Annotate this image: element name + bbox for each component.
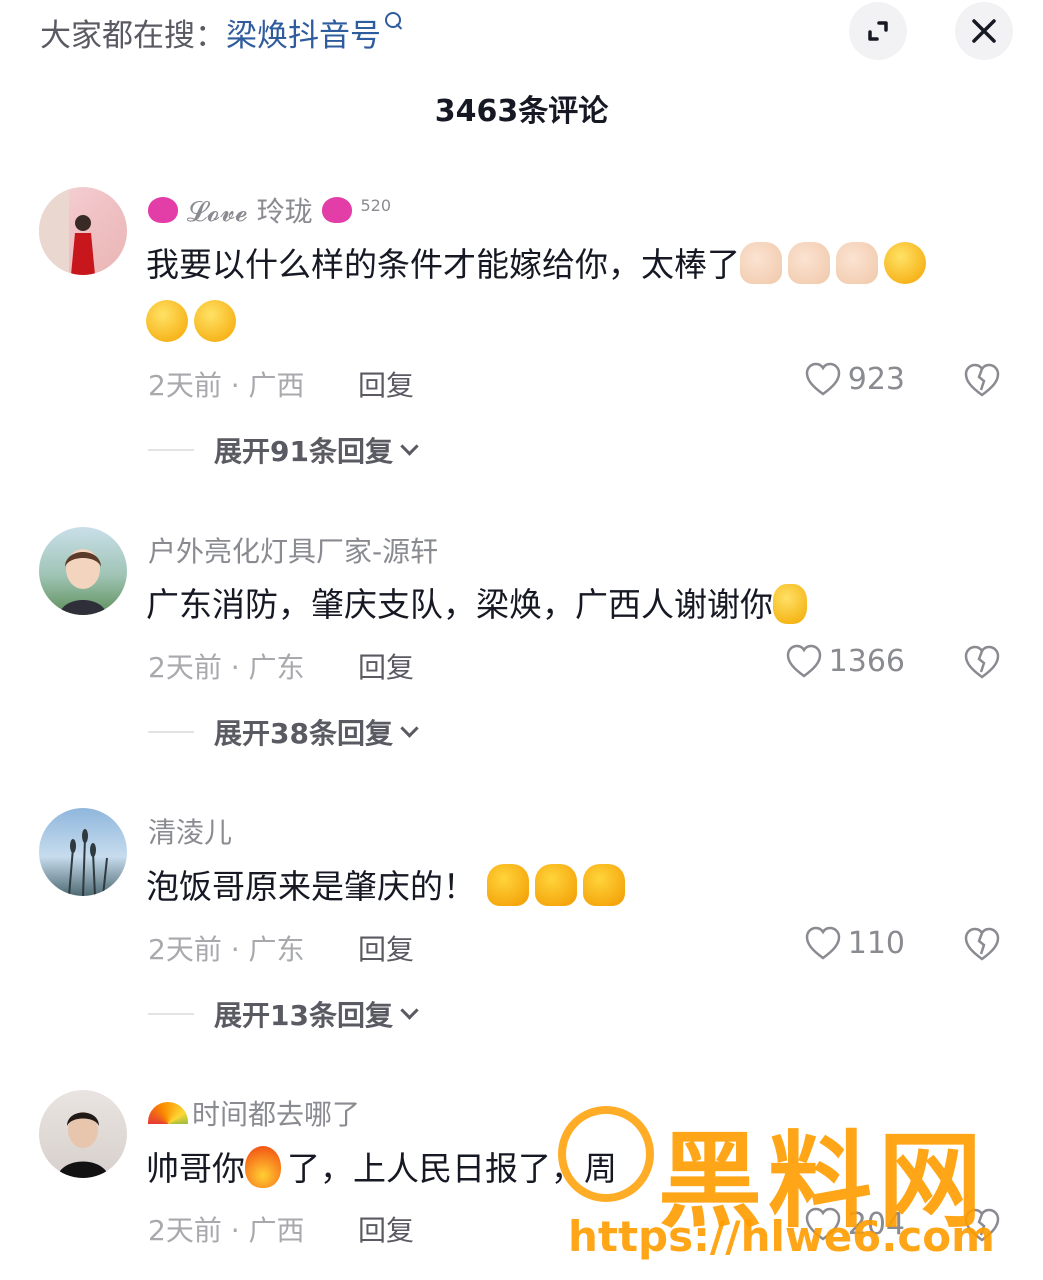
search-suggestion[interactable]: 大家都在搜：梁焕抖音号 — [40, 10, 401, 55]
comment-text-content: 泡饭哥原来是肇庆的！ — [146, 867, 476, 906]
like-button[interactable]: 110 — [804, 925, 905, 961]
comment-text: 帅哥你 了，上人民日报了，周 — [146, 1140, 1006, 1198]
avatar[interactable] — [39, 1090, 127, 1178]
expand-replies-button[interactable]: 展开13条回复 — [148, 994, 419, 1034]
chevron-down-icon — [400, 1000, 419, 1020]
thumbs-up-emoji-icon — [582, 864, 625, 906]
heart-outline-icon — [805, 926, 840, 960]
broken-heart-icon — [964, 927, 1000, 961]
comment-count-title: 3463条评论 — [434, 94, 609, 129]
top-bar: 大家都在搜：梁焕抖音号 — [0, 0, 1043, 70]
finger-heart-emoji-icon — [773, 584, 807, 624]
dislike-button[interactable] — [963, 1207, 1001, 1247]
expand-button[interactable] — [849, 2, 907, 60]
heart-outline-icon — [786, 644, 821, 678]
broken-heart-icon — [964, 645, 1000, 679]
expand-replies-label: 展开91条回复 — [214, 435, 393, 468]
dislike-button[interactable] — [963, 644, 1001, 684]
expand-replies-label: 展开38条回复 — [214, 717, 393, 750]
time-location: 2天前 · 广西 — [148, 369, 305, 402]
divider — [148, 731, 194, 733]
close-icon — [972, 19, 996, 43]
search-prefix-label: 大家都在搜： — [40, 18, 226, 54]
broken-heart-icon — [964, 363, 1000, 397]
avatar-reeds — [68, 829, 108, 896]
expand-replies-button[interactable]: 展开91条回复 — [148, 430, 419, 470]
comment-text: 广东消防，肇庆支队，梁焕，广西人谢谢你 — [146, 576, 1006, 634]
username[interactable]: 户外亮化灯具厂家-源轩 — [148, 530, 438, 570]
thumbs-up-emoji-icon — [788, 242, 830, 284]
avatar[interactable] — [39, 808, 127, 896]
comment-text-part: 了，上人民日报了，周 — [287, 1149, 617, 1188]
username-suffix: 520 — [360, 196, 392, 215]
like-button[interactable]: 1366 — [785, 643, 905, 679]
comment-text-part: 帅哥你 — [146, 1149, 245, 1188]
username-text: 𝓛𝓸𝓿𝓮 玲珑 — [186, 195, 313, 228]
search-icon — [385, 12, 401, 28]
expand-icon — [868, 21, 888, 41]
comment-text-content: 我要以什么样的条件才能嫁给你，太棒了 — [146, 245, 740, 284]
thumbs-up-emoji-icon — [836, 242, 878, 284]
rainbow-emoji-icon — [148, 1102, 188, 1124]
thumbs-up-emoji-icon — [740, 242, 782, 284]
reply-button[interactable]: 回复 — [358, 928, 414, 968]
heart-icon — [321, 197, 352, 223]
avatar-figure — [57, 1112, 109, 1178]
thumbs-up-emoji-icon — [486, 864, 529, 906]
broken-heart-icon — [964, 1208, 1000, 1242]
like-button[interactable]: 923 — [804, 361, 905, 397]
heart-outline-icon — [805, 1207, 840, 1241]
search-term-link[interactable]: 梁焕抖音号 — [226, 18, 381, 54]
thumbs-up-emoji-icon — [534, 864, 577, 906]
laughing-emoji-icon — [884, 242, 926, 284]
expand-replies-label: 展开13条回复 — [214, 999, 393, 1032]
dislike-button[interactable] — [963, 926, 1001, 966]
time-location: 2天前 · 广东 — [148, 933, 305, 966]
heart-outline-icon — [805, 362, 840, 396]
divider — [148, 449, 194, 451]
divider — [148, 1013, 194, 1015]
like-count: 110 — [847, 925, 905, 961]
reply-button[interactable]: 回复 — [358, 1209, 414, 1249]
username-text: 时间都去哪了 — [192, 1098, 361, 1131]
username[interactable]: 清淩儿 — [148, 811, 232, 851]
chevron-down-icon — [400, 436, 419, 456]
heart-icon — [148, 197, 178, 223]
like-count: 204 — [847, 1206, 905, 1242]
close-button[interactable] — [955, 2, 1013, 60]
avatar-figure — [59, 549, 107, 615]
username[interactable]: 时间都去哪了 — [148, 1093, 360, 1133]
reply-button[interactable]: 回复 — [358, 364, 414, 404]
dislike-button[interactable] — [963, 362, 1001, 402]
like-count: 1366 — [828, 643, 905, 679]
avatar[interactable] — [39, 527, 127, 615]
comment-text: 泡饭哥原来是肇庆的！ — [146, 858, 1006, 916]
time-location: 2天前 · 广东 — [148, 651, 305, 684]
avatar-figure — [39, 187, 95, 275]
time-location: 2天前 · 广西 — [148, 1214, 305, 1247]
chevron-down-icon — [400, 718, 419, 738]
avatar[interactable] — [39, 187, 127, 275]
laughing-emoji-icon — [194, 300, 236, 342]
comment-text: 我要以什么样的条件才能嫁给你，太棒了 — [146, 236, 1006, 352]
username[interactable]: 𝓛𝓸𝓿𝓮 玲珑 520 — [148, 190, 391, 230]
comment-text-content: 广东消防，肇庆支队，梁焕，广西人谢谢你 — [146, 585, 773, 624]
laughing-emoji-icon — [146, 300, 188, 342]
fire-emoji-icon — [245, 1146, 281, 1188]
watermark-url: https://hlwe6.com — [568, 1212, 995, 1261]
reply-button[interactable]: 回复 — [358, 646, 414, 686]
like-count: 923 — [847, 361, 905, 397]
like-button[interactable]: 204 — [804, 1206, 905, 1242]
expand-replies-button[interactable]: 展开38条回复 — [148, 712, 419, 752]
